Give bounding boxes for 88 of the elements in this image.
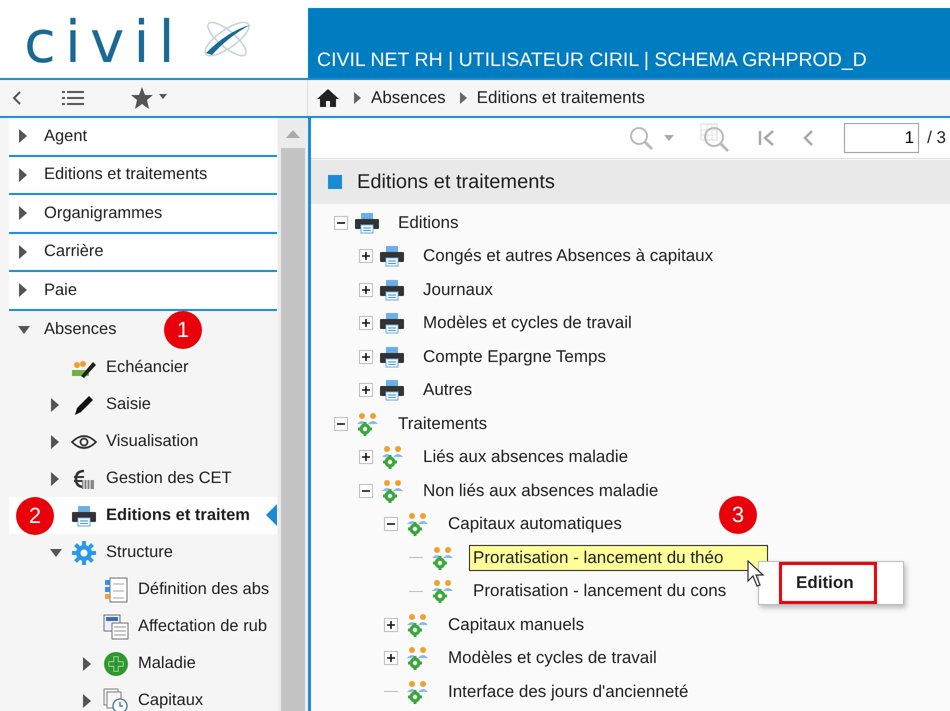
menu-icon[interactable] [62,90,84,106]
sidebar-item[interactable]: Organigrammes [9,195,277,234]
square-icon [328,175,342,189]
scrollbar[interactable] [278,118,307,711]
printer-icon [354,212,380,234]
step-number-badge: 3 [719,496,757,534]
sidebar-item[interactable]: Absences 1 [9,310,277,349]
printer-icon [379,346,405,368]
window-title: CIVIL NET RH | UTILISATEUR CIRIL | SCHEMA GRHPROD_D [317,49,867,72]
logo-text: civil [24,13,184,71]
tree-node[interactable]: Capitaux automatiques [444,511,626,538]
tree-node[interactable]: Editions [394,210,462,236]
menu-item[interactable]: Edition [779,562,877,604]
sidebar-item[interactable]: Structure [9,534,277,571]
people-gear-icon [429,546,455,570]
breadcrumb-link[interactable]: Editions et traitements [476,88,645,108]
home-icon[interactable] [316,88,340,108]
form-icon [103,614,129,640]
expand-toggle-icon[interactable] [359,282,373,297]
tree-connector [384,691,398,692]
collapse-toggle-icon[interactable] [359,484,373,498]
tree-node[interactable]: Traitements [394,410,492,437]
page-total: / 3 [927,128,946,148]
tree-connector [409,557,423,558]
expand-toggle-icon[interactable] [359,249,373,264]
breadcrumb-link[interactable]: Absences [371,88,446,108]
tree-node[interactable]: Journaux [419,276,497,303]
sidebar-item[interactable]: Editions et traitements [9,156,277,195]
collapse-chevron-icon[interactable] [12,91,22,105]
printer-icon [379,379,405,402]
people-gear-icon [404,646,430,670]
tree-node[interactable]: Compte Epargne Temps [419,344,610,370]
tree-node-selected[interactable]: Proratisation - lancement du théo [469,544,768,571]
scrollbar-thumb[interactable] [280,148,304,711]
breadcrumb-arrow-icon [354,92,361,104]
tree-connector [409,590,423,592]
printer-icon [379,312,405,334]
tree-node[interactable]: Modèles et cycles de travail [419,310,636,336]
tree-node[interactable]: Autres [419,377,476,404]
tree-node[interactable]: Modèles et cycles de travail [444,645,661,672]
sidebar-item[interactable]: Définition des abs [9,571,277,608]
collapse-toggle-icon[interactable] [334,216,348,230]
tree-node[interactable]: Proratisation - lancement du cons [469,578,730,604]
sidebar-item[interactable]: Carrière [9,234,277,272]
medical-cross-icon [103,650,129,676]
collapse-toggle-icon[interactable] [384,517,398,532]
people-gear-icon [354,412,380,436]
people-gear-icon [379,445,405,470]
people-gear-icon [404,680,430,704]
expand-toggle-icon[interactable] [359,316,373,330]
tree-node[interactable]: Liés aux absences maladie [419,444,632,470]
printer-icon [71,504,97,526]
favorites-star-icon[interactable] [130,86,170,110]
sidebar-item-selected[interactable]: 2 Editions et traitem [9,497,277,534]
people-gear-icon [429,579,455,604]
expand-toggle-icon[interactable] [384,618,398,632]
tree-node[interactable]: Non liés aux absences maladie [419,478,662,504]
sidebar-item[interactable]: Maladie [9,645,277,682]
abc-list-icon [104,576,128,602]
sidebar-item[interactable]: Paie [9,272,277,310]
tree-node[interactable]: Capitaux manuels [444,612,588,638]
eye-icon [71,434,97,450]
people-gear-icon [404,612,430,637]
sidebar-item[interactable]: Echéancier [9,349,277,386]
expanded-arrow-icon[interactable] [50,548,62,558]
tree-node[interactable]: Congés et autres Absences à capitaux [419,243,718,270]
printer-icon [379,245,405,268]
expanded-arrow-icon[interactable] [18,324,30,335]
people-gear-icon [379,478,405,503]
collapse-toggle-icon[interactable] [334,416,348,431]
sidebar-item[interactable]: Visualisation [9,423,277,460]
sidebar-item[interactable]: Agent [9,118,277,156]
sidebar-item[interactable]: Capitaux [9,682,277,711]
page-number-field[interactable]: 1 [844,123,920,153]
expand-toggle-icon[interactable] [359,383,373,398]
sidebar-item[interactable]: Affectation de rub [9,608,277,645]
step-number-badge: 2 [16,497,54,535]
people-gear-icon [404,512,430,536]
sidebar-item[interactable]: Gestion des CET [9,460,277,497]
panel-title: Editions et traitements [357,170,555,194]
sidebar-item[interactable]: Saisie [9,386,277,423]
step-number-badge: 1 [164,310,202,348]
breadcrumb-arrow-icon [460,92,467,104]
expand-toggle-icon[interactable] [384,651,398,666]
tree-node[interactable]: Interface des jours d'ancienneté [444,678,692,705]
expand-toggle-icon[interactable] [359,450,373,464]
printer-icon [379,278,405,301]
expand-toggle-icon[interactable] [359,350,373,364]
